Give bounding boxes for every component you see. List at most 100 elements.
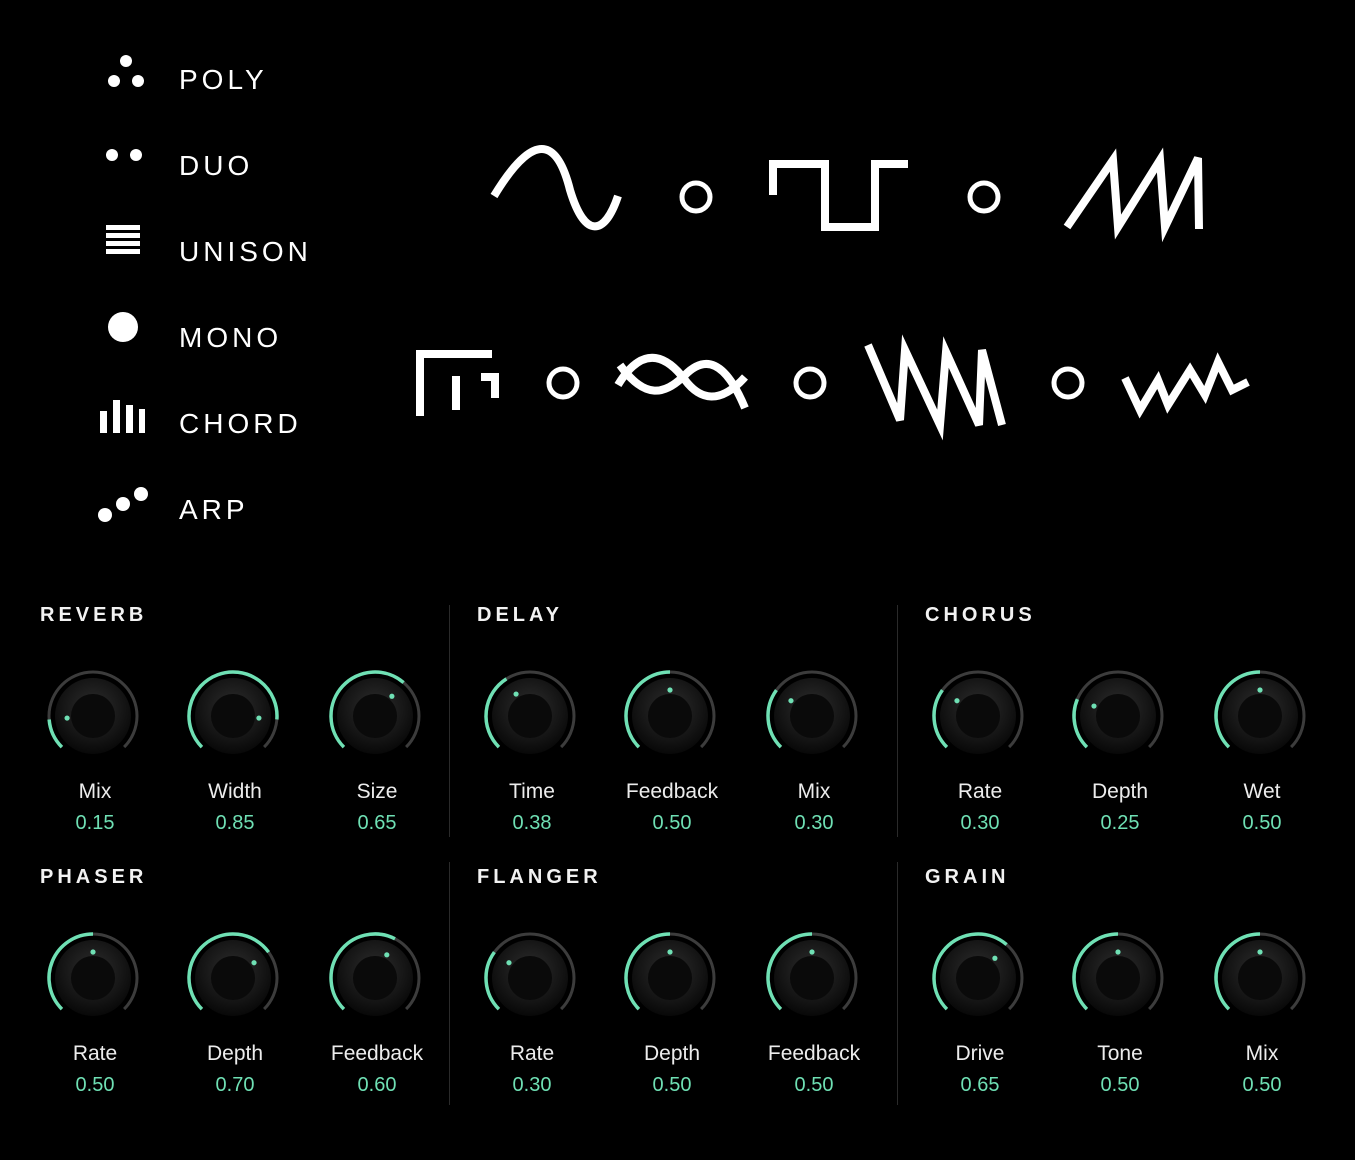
knob-label: Depth: [206, 1042, 264, 1065]
mode-chord[interactable]: CHORD: [90, 389, 350, 449]
knob-dial[interactable]: [327, 930, 423, 1026]
separator-dot-icon: [967, 180, 1001, 214]
knob-dial[interactable]: [622, 930, 718, 1026]
knob-value: 0.85: [215, 812, 255, 834]
knob-dial[interactable]: [930, 930, 1026, 1026]
knob-value: 0.50: [1242, 812, 1282, 834]
knob-dial[interactable]: [482, 668, 578, 764]
knob-value: 0.25: [1100, 812, 1140, 834]
knob-value: 0.38: [512, 812, 552, 834]
knob-wet[interactable]: Wet 0.50: [1207, 668, 1317, 834]
knob-feedback[interactable]: Feedback 0.60: [322, 930, 432, 1096]
knob-cap: [71, 694, 115, 738]
knob-dial[interactable]: [327, 668, 423, 764]
knob-label: Rate: [957, 780, 1003, 803]
knob-cap: [790, 956, 834, 1000]
knob-dial[interactable]: [764, 668, 860, 764]
knob-cap: [353, 694, 397, 738]
saw-wave-icon[interactable]: [1063, 147, 1203, 243]
knob-dial[interactable]: [622, 668, 718, 764]
bars-icon: [100, 400, 145, 433]
knob-mix[interactable]: Mix 0.30: [759, 668, 869, 834]
noise-wave-icon[interactable]: [1121, 352, 1250, 419]
knob-dial[interactable]: [930, 668, 1026, 764]
section-title: FLANGER: [477, 866, 602, 888]
knob-cap: [790, 694, 834, 738]
knob-dial[interactable]: [185, 668, 281, 764]
knob-value: 0.50: [652, 1074, 692, 1096]
knob-dial[interactable]: [45, 668, 141, 764]
knob-label: Drive: [955, 1042, 1005, 1065]
section-title: GRAIN: [925, 866, 1010, 888]
knob-dial[interactable]: [185, 930, 281, 1026]
knob-rate[interactable]: Rate 0.30: [477, 930, 587, 1096]
square-wave-icon[interactable]: [769, 160, 908, 231]
knob-label: Wet: [1243, 780, 1281, 803]
knob-cap: [956, 694, 1000, 738]
mode-label: UNISON: [179, 236, 312, 267]
knob-tone[interactable]: Tone 0.50: [1065, 930, 1175, 1096]
knob-label: Mix: [78, 780, 112, 803]
stepped-wave-icon[interactable]: [416, 350, 499, 416]
reverse-saw-wave-icon[interactable]: [864, 334, 1006, 441]
mode-label: ARP: [179, 494, 249, 525]
separator-dot-icon: [679, 180, 713, 214]
knob-depth[interactable]: Depth 0.50: [617, 930, 727, 1096]
knob-indicator: [788, 698, 794, 704]
knob-value: 0.65: [960, 1074, 1000, 1096]
knob-feedback[interactable]: Feedback 0.50: [617, 668, 727, 834]
knob-cap: [1096, 694, 1140, 738]
section-title: DELAY: [477, 604, 563, 626]
knob-label: Feedback: [330, 1042, 424, 1065]
mode-label: MONO: [179, 322, 283, 353]
knob-mix[interactable]: Mix 0.50: [1207, 930, 1317, 1096]
knob-dial[interactable]: [45, 930, 141, 1026]
mode-arp[interactable]: ARP: [90, 475, 350, 535]
knob-width[interactable]: Width 0.85: [180, 668, 290, 834]
knob-indicator: [992, 955, 998, 961]
knob-dial[interactable]: [1212, 668, 1308, 764]
knob-mix[interactable]: Mix 0.15: [40, 668, 150, 834]
two-dots-icon: [106, 149, 142, 161]
knob-dial[interactable]: [1070, 930, 1166, 1026]
knob-value: 0.65: [357, 812, 397, 834]
knob-indicator: [809, 949, 815, 955]
effect-section-flanger: FLANGER Rate 0.30 Depth 0.50 Feedback 0.50: [477, 852, 897, 1102]
knob-indicator: [513, 691, 519, 697]
knob-dial[interactable]: [1212, 930, 1308, 1026]
sine-wave-icon[interactable]: [490, 145, 622, 231]
knob-drive[interactable]: Drive 0.65: [925, 930, 1035, 1096]
knob-cap: [1096, 956, 1140, 1000]
mode-duo[interactable]: DUO: [90, 131, 350, 191]
separator-dot-icon: [1051, 366, 1085, 400]
section-divider: [897, 605, 898, 837]
knob-rate[interactable]: Rate 0.30: [925, 668, 1035, 834]
knob-label: Tone: [1097, 1042, 1143, 1065]
effect-section-grain: GRAIN Drive 0.65 Tone 0.50 Mix 0.50: [925, 852, 1345, 1102]
knob-indicator: [954, 698, 960, 704]
mode-unison[interactable]: UNISON: [90, 217, 350, 277]
knob-size[interactable]: Size 0.65: [322, 668, 432, 834]
knob-depth[interactable]: Depth 0.25: [1065, 668, 1175, 834]
mode-poly[interactable]: POLY: [90, 45, 350, 105]
knob-depth[interactable]: Depth 0.70: [180, 930, 290, 1096]
knob-value: 0.50: [794, 1074, 834, 1096]
knob-time[interactable]: Time 0.38: [477, 668, 587, 834]
effect-section-delay: DELAY Time 0.38 Feedback 0.50 Mix 0.30: [477, 590, 897, 840]
mode-mono[interactable]: MONO: [90, 303, 350, 363]
knob-feedback[interactable]: Feedback 0.50: [759, 930, 869, 1096]
crossed-wave-icon[interactable]: [614, 353, 749, 410]
knob-dial[interactable]: [482, 930, 578, 1026]
knob-value: 0.50: [75, 1074, 115, 1096]
knob-cap: [956, 956, 1000, 1000]
knob-indicator: [384, 952, 390, 958]
voice-mode-menu: POLY DUO UNISON MONO CHORD ARP: [90, 45, 360, 545]
knob-cap: [508, 694, 552, 738]
section-title: REVERB: [40, 604, 148, 626]
knob-dial[interactable]: [1070, 668, 1166, 764]
knob-value: 0.50: [1242, 1074, 1282, 1096]
knob-dial[interactable]: [764, 930, 860, 1026]
knob-indicator: [1257, 687, 1263, 693]
knob-cap: [71, 956, 115, 1000]
knob-rate[interactable]: Rate 0.50: [40, 930, 150, 1096]
